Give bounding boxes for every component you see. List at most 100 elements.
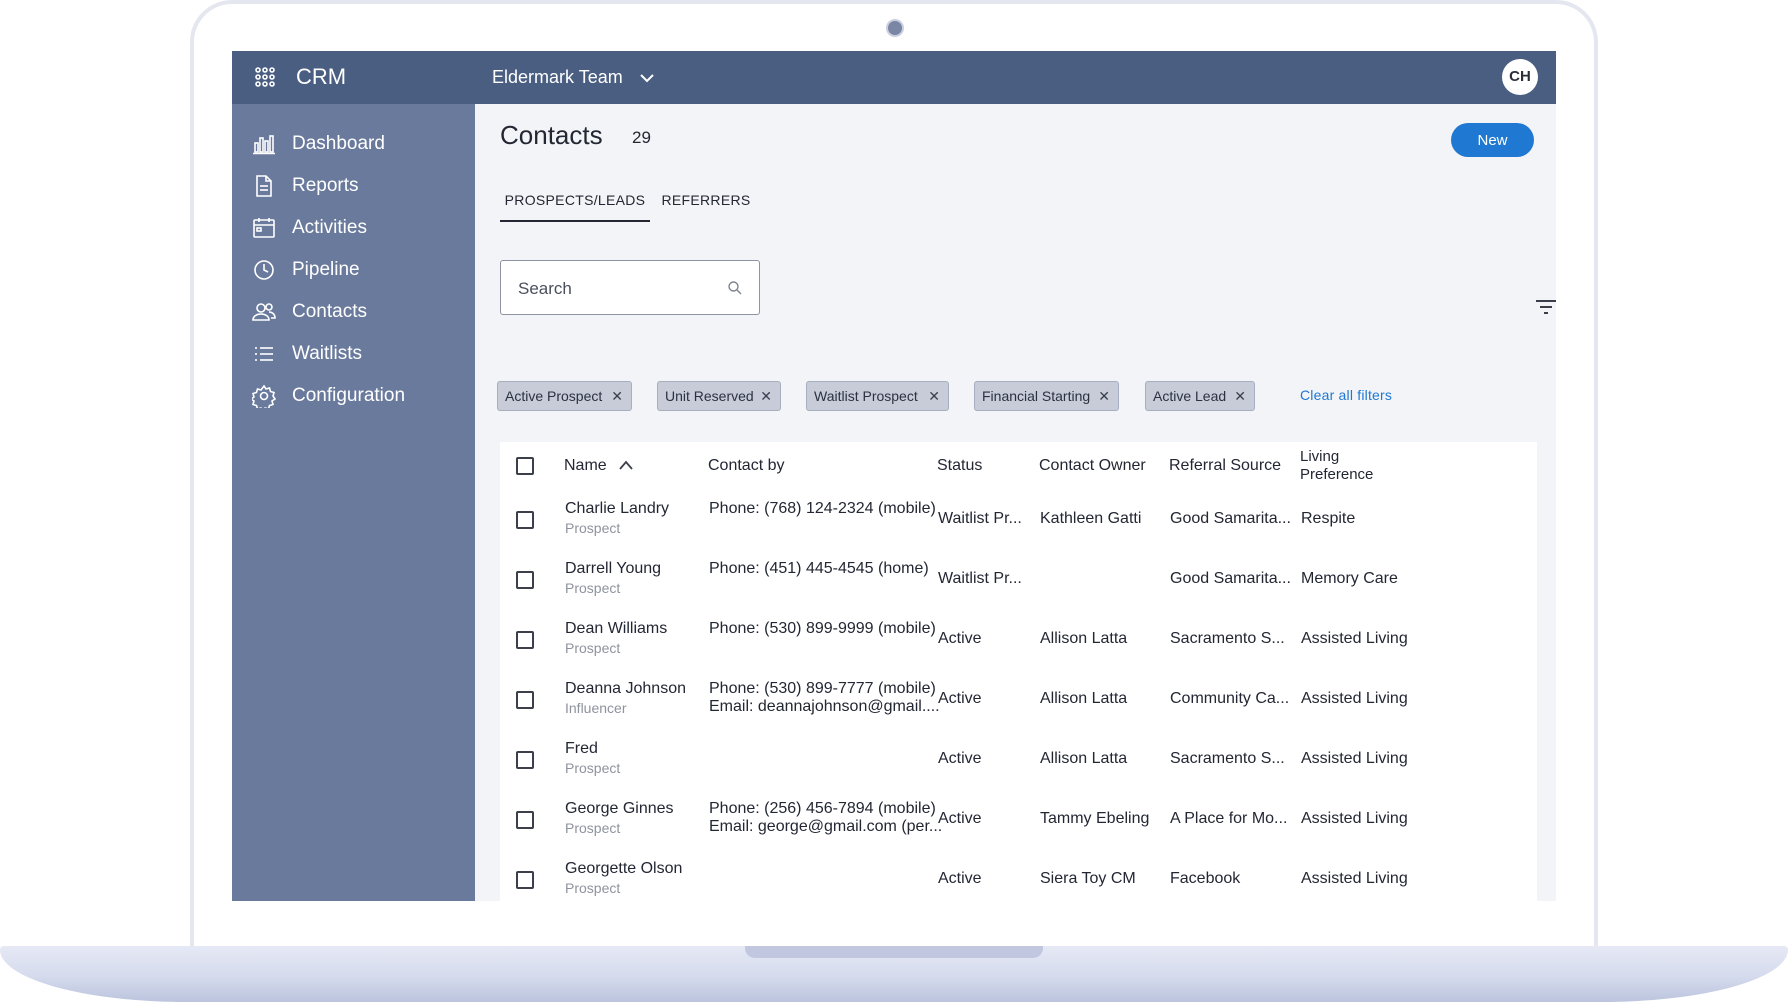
sidebar-item-pipeline[interactable]: Pipeline [232, 246, 475, 294]
row-checkbox[interactable] [516, 631, 534, 649]
filter-chip-label: Active Prospect [505, 388, 603, 404]
filter-chip-waitlist-prospect: Waitlist Prospect ✕ [806, 381, 949, 411]
contact-owner: Allison Latta [1040, 750, 1128, 767]
contact-name[interactable]: Charlie Landry [565, 500, 669, 518]
calendar-icon [253, 218, 275, 238]
close-icon[interactable]: ✕ [1234, 382, 1246, 410]
new-contact-button[interactable]: New [1451, 123, 1534, 157]
apps-grid-icon[interactable] [254, 66, 276, 88]
living-preference: Respite [1301, 510, 1356, 527]
sidebar-item-label: Configuration [292, 385, 406, 406]
user-avatar[interactable]: CH [1502, 59, 1538, 95]
sidebar-item-activities[interactable]: Activities [232, 204, 475, 252]
row-checkbox[interactable] [516, 811, 534, 829]
contact-type: Prospect [565, 640, 621, 656]
table-row[interactable]: Deanna Johnson Influencer Phone: (530) 899… [500, 670, 1537, 731]
document-icon [256, 175, 272, 197]
team-selector[interactable]: Eldermark Team [492, 67, 623, 88]
sidebar-item-configuration[interactable]: Configuration [232, 372, 475, 420]
filter-chip-label: Waitlist Prospect [814, 388, 918, 404]
contact-status: Active [938, 750, 982, 767]
column-header-referral-source[interactable]: Referral Source [1169, 457, 1281, 475]
table-row[interactable]: Darrell Young Prospect Phone: (451) 445-45… [500, 550, 1537, 611]
contact-status: Waitlist Pr... [938, 570, 1022, 587]
contact-name[interactable]: Dean Williams [565, 620, 667, 638]
filter-chip-label: Active Lead [1153, 388, 1227, 404]
close-icon[interactable]: ✕ [1098, 382, 1110, 410]
close-icon[interactable]: ✕ [760, 382, 772, 410]
contact-by-line-1: Phone: (530) 899-7777 (mobile) [709, 680, 936, 697]
app-screen: CRM Eldermark Team CH Dashboard Reports … [232, 51, 1556, 901]
contact-by-line-1: Phone: (530) 899-9999 (mobile) [709, 620, 936, 637]
row-checkbox[interactable] [516, 751, 534, 769]
clock-icon [254, 260, 274, 280]
contact-name[interactable]: Deanna Johnson [565, 680, 686, 698]
filter-chip-unit-reserved: Unit Reserved ✕ [657, 381, 781, 411]
gear-icon [252, 384, 276, 408]
contact-by-line-1: Phone: (768) 124-2324 (mobile) [709, 500, 936, 517]
contact-by-line-1: Phone: (451) 445-4545 (home) [709, 560, 929, 577]
table-row[interactable]: Georgette Olson Prospect Active Siera Toy C… [500, 850, 1537, 901]
contact-name[interactable]: Darrell Young [565, 560, 661, 578]
close-icon[interactable]: ✕ [611, 382, 623, 410]
search-input[interactable] [516, 277, 720, 301]
row-checkbox[interactable] [516, 511, 534, 529]
sidebar-item-label: Activities [292, 217, 367, 238]
contact-status: Active [938, 690, 982, 707]
living-preference: Memory Care [1301, 570, 1398, 587]
living-preference: Assisted Living [1301, 690, 1408, 707]
column-header-name[interactable]: Name [564, 457, 607, 475]
row-checkbox[interactable] [516, 871, 534, 889]
column-header-preference[interactable]: Preference [1300, 466, 1373, 483]
referral-source: Good Samarita... [1170, 570, 1291, 587]
contact-status: Waitlist Pr... [938, 510, 1022, 527]
contact-owner: Allison Latta [1040, 690, 1128, 707]
contact-name[interactable]: Georgette Olson [565, 860, 682, 878]
row-checkbox[interactable] [516, 571, 534, 589]
tab-prospects-leads[interactable]: PROSPECTS/LEADS [500, 180, 650, 222]
sidebar-item-label: Pipeline [292, 259, 360, 280]
row-checkbox[interactable] [516, 691, 534, 709]
search-icon[interactable] [727, 280, 743, 296]
column-header-status[interactable]: Status [937, 457, 982, 475]
contact-name[interactable]: George Ginnes [565, 800, 674, 818]
sidebar-item-label: Waitlists [292, 343, 363, 364]
sidebar: Dashboard Reports Activities Pipeline Co… [232, 104, 475, 901]
sidebar-item-contacts[interactable]: Contacts [232, 288, 475, 336]
contact-owner: Allison Latta [1040, 630, 1128, 647]
sidebar-item-dashboard[interactable]: Dashboard [232, 120, 475, 168]
contact-by-line-1: Phone: (256) 456-7894 (mobile) [709, 800, 936, 817]
contact-name[interactable]: Fred [565, 740, 598, 758]
contact-owner: Siera Toy CM [1040, 870, 1136, 887]
filter-chip-label: Financial Starting [982, 388, 1091, 404]
people-icon [252, 303, 276, 321]
table-row[interactable]: George Ginnes Prospect Phone: (256) 456-78… [500, 790, 1537, 851]
table-row[interactable]: Dean Williams Prospect Phone: (530) 899-99… [500, 610, 1537, 671]
table-row[interactable]: Fred Prospect Active Allison Latta Sacrament… [500, 730, 1537, 791]
contact-by-line-2: Email: deannajohnson@gmail.... [709, 698, 940, 715]
chevron-down-icon[interactable] [638, 69, 656, 87]
column-header-contact-by[interactable]: Contact by [708, 457, 784, 475]
column-header-living[interactable]: Living [1300, 448, 1339, 465]
living-preference: Assisted Living [1301, 810, 1408, 827]
laptop-notch [745, 946, 1043, 958]
tab-referrers[interactable]: REFERRERS [661, 180, 751, 220]
referral-source: A Place for Mo... [1170, 810, 1288, 827]
search-field[interactable] [500, 260, 760, 315]
select-all-checkbox[interactable] [516, 457, 534, 475]
sort-ascending-icon[interactable] [618, 458, 634, 472]
top-bar: CRM Eldermark Team CH [232, 51, 1556, 104]
sidebar-item-reports[interactable]: Reports [232, 162, 475, 210]
table-header: Name Contact by Status Contact Owner Ref… [500, 442, 1537, 491]
contact-type: Influencer [565, 700, 627, 716]
clear-all-filters-link[interactable]: Clear all filters [1300, 387, 1392, 403]
sidebar-item-waitlists[interactable]: Waitlists [232, 330, 475, 378]
bar-chart-icon [253, 135, 275, 155]
column-header-contact-owner[interactable]: Contact Owner [1039, 457, 1146, 475]
close-icon[interactable]: ✕ [928, 382, 940, 410]
filter-chip-label: Unit Reserved [665, 388, 754, 404]
table-row[interactable]: Charlie Landry Prospect Phone: (768) 124-2… [500, 490, 1537, 551]
referral-source: Community Ca... [1170, 690, 1290, 707]
filter-icon[interactable] [1534, 297, 1556, 317]
camera-dot [886, 19, 904, 37]
